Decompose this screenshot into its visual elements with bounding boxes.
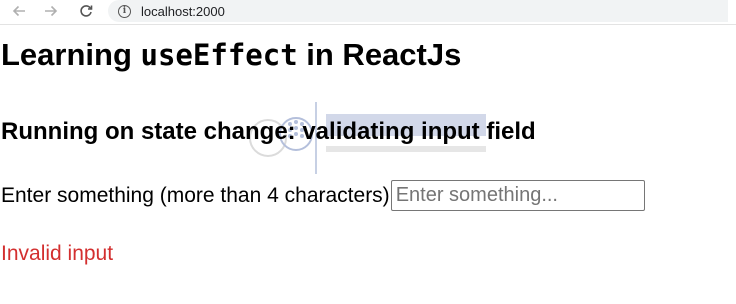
arrow-left-icon [12, 5, 25, 17]
page-title: Learning useEffect in ReactJs [1, 37, 461, 73]
info-icon[interactable]: i [118, 4, 131, 18]
address-bar[interactable]: i localhost:2000 [108, 0, 728, 22]
input-form-row: Enter something (more than 4 characters) [1, 180, 645, 211]
error-message: Invalid input [1, 242, 114, 265]
reload-icon [80, 5, 93, 17]
page-subtitle: Running on state change: validating inpu… [1, 118, 536, 145]
title-prefix: Learning [1, 37, 141, 72]
input-label: Enter something (more than 4 characters) [1, 183, 390, 207]
reload-button[interactable] [75, 1, 97, 21]
arrow-right-icon [45, 5, 58, 17]
title-suffix: in ReactJs [297, 37, 462, 72]
back-button[interactable] [8, 1, 30, 21]
something-input[interactable] [390, 180, 645, 211]
page-content: Learning useEffect in ReactJs Running on… [0, 25, 736, 304]
title-code: useEffect [140, 38, 298, 72]
url-text: localhost:2000 [141, 3, 225, 19]
forward-button[interactable] [40, 1, 62, 21]
browser-toolbar: i localhost:2000 [0, 0, 736, 25]
